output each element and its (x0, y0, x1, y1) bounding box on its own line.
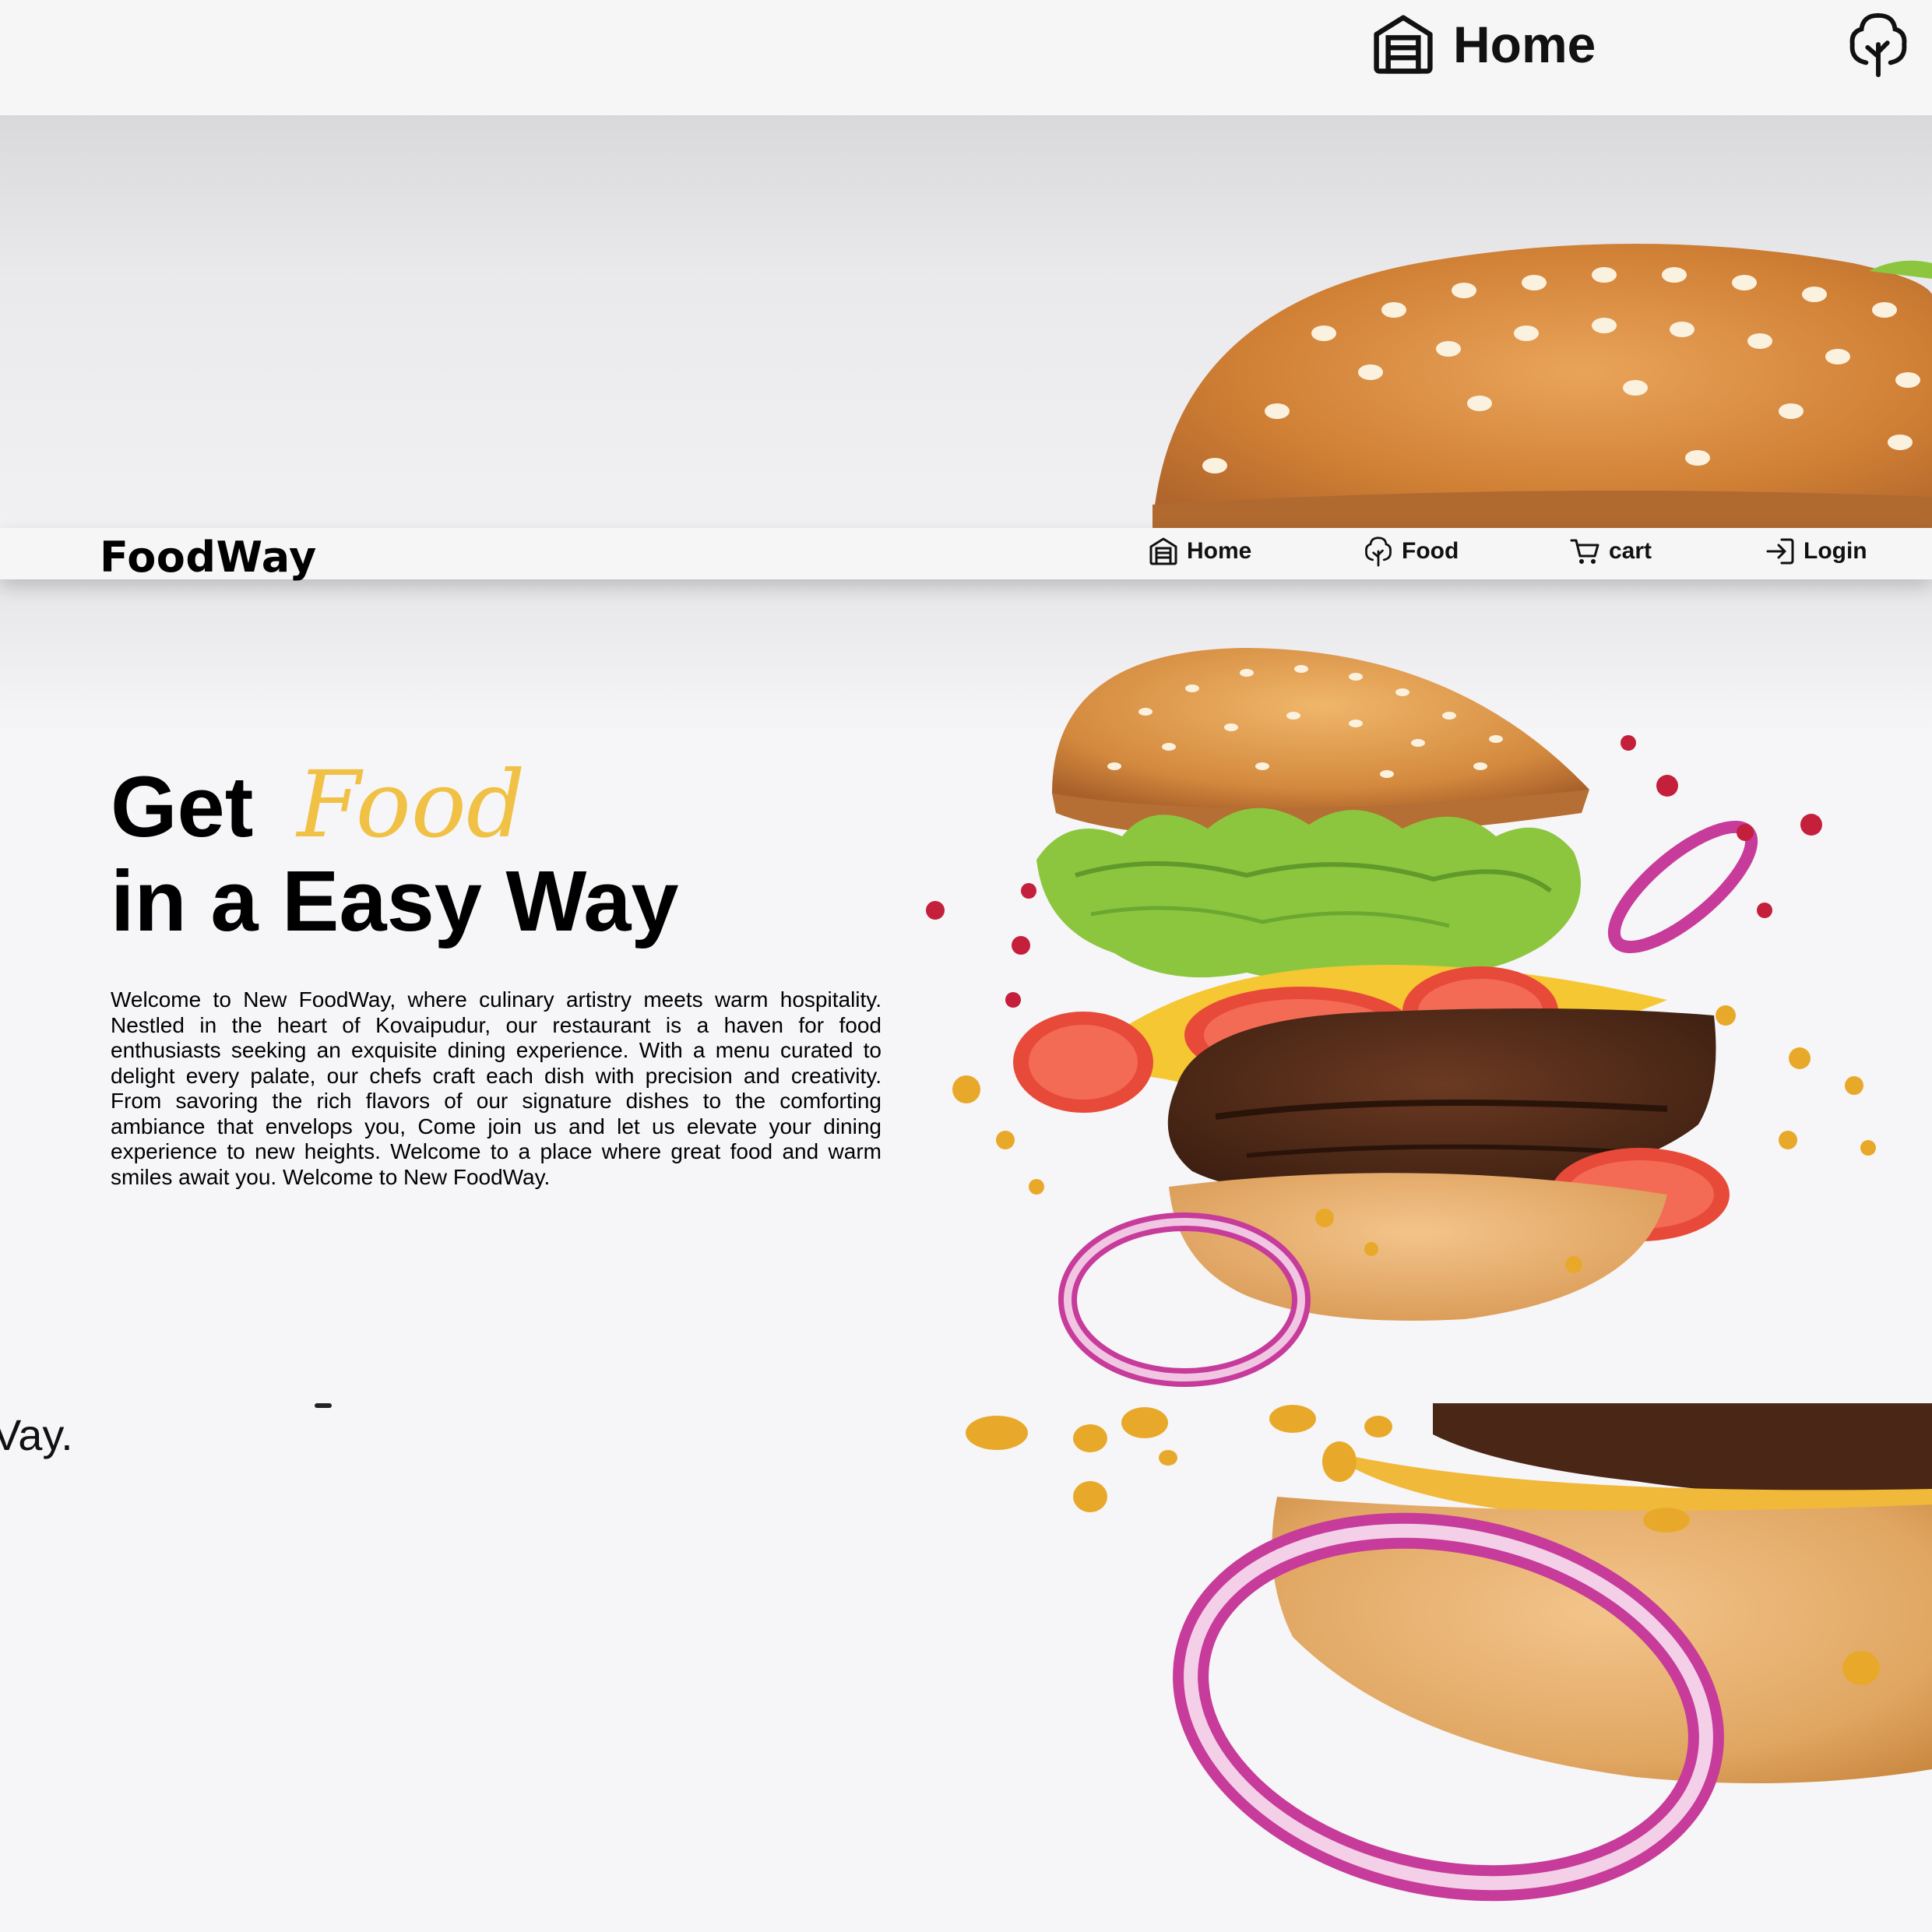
hero-section: Get Food in a Easy Way Welcome to New Foo… (0, 579, 1932, 1403)
cart-icon (1570, 539, 1599, 564)
tree-icon (1365, 537, 1392, 567)
nav-item-label: Login (1804, 538, 1867, 564)
zoomed-food-link[interactable] (1847, 11, 1909, 82)
nav-item-food[interactable]: Food (1363, 536, 1459, 567)
zoomed-home-label: Home (1453, 16, 1596, 73)
zoomed-bottom-strip: Vay. (0, 1403, 1932, 1932)
navbar: FoodWay Home Food cart Login (0, 528, 1932, 582)
nav-item-cart[interactable]: cart (1570, 536, 1652, 567)
burger-image (926, 648, 1876, 1387)
hero-heading-food: Food (297, 751, 526, 858)
zoomed-top-strip: Home (0, 0, 1932, 528)
zoomed-navbar: Home (0, 0, 1932, 115)
hero-heading-line2: in a Easy Way (111, 853, 679, 949)
nav-item-label: cart (1609, 538, 1652, 564)
hero-intro-paragraph: Welcome to New FoodWay, where culinary a… (111, 987, 882, 1189)
tree-icon (1849, 12, 1907, 78)
login-icon (1766, 538, 1794, 565)
zoomed-home-link[interactable]: Home (1367, 11, 1596, 78)
nav-item-label: Food (1402, 538, 1459, 564)
burger-bun-top-image (1153, 244, 1932, 528)
hero-heading-get: Get (111, 759, 254, 855)
nav-item-label: Home (1187, 538, 1252, 564)
home-icon (1374, 15, 1433, 74)
nav-item-home[interactable]: Home (1148, 536, 1251, 567)
zoomed-hero-band (0, 115, 1932, 528)
home-icon (1149, 537, 1177, 565)
hero-heading-line1: Get Food (111, 751, 525, 858)
burger-bottom-zoom-image (966, 1403, 1932, 1902)
nav-item-login[interactable]: Login (1765, 536, 1867, 567)
brand-logo[interactable]: FoodWay (100, 533, 317, 582)
